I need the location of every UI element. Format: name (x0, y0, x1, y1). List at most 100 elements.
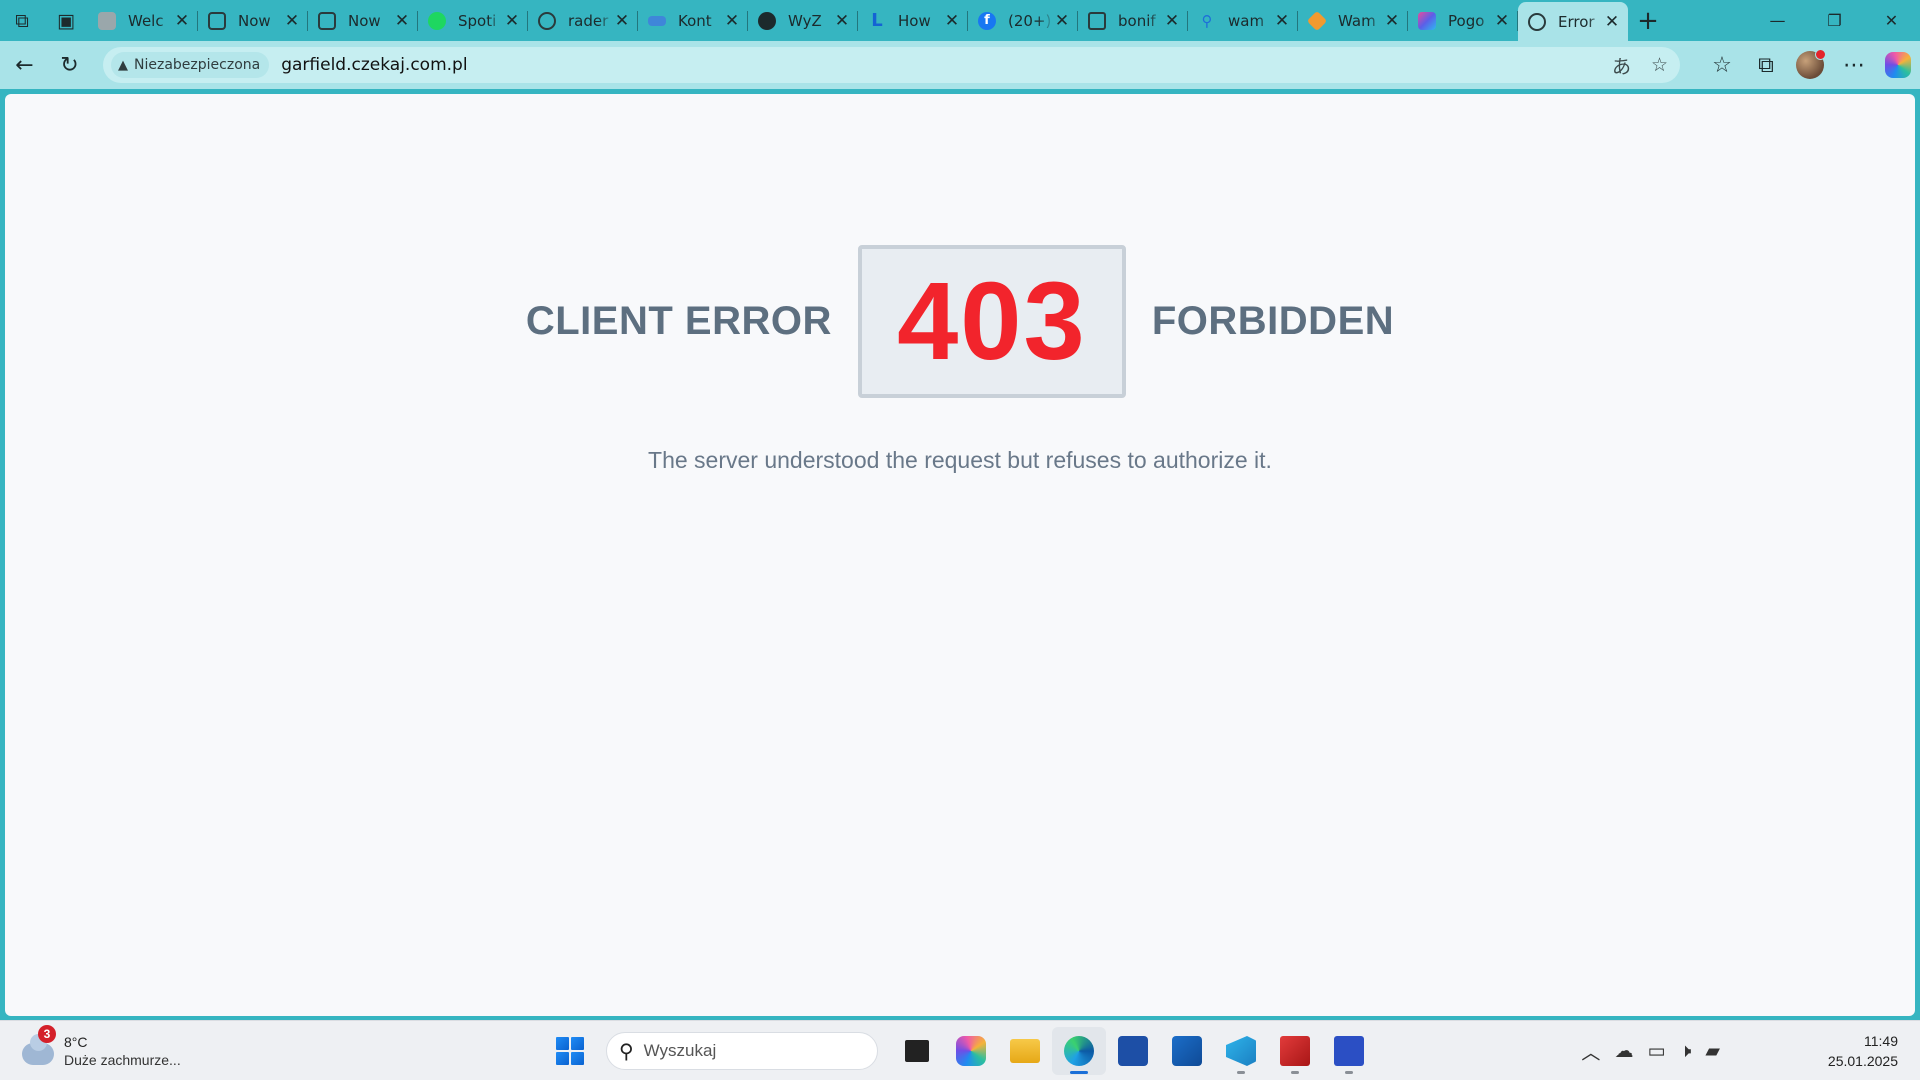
tab-favicon-icon: L (871, 10, 883, 31)
browser-toolbar: ← ↻ ▲ Niezabezpieczona garfield.czekaj.c… (0, 41, 1920, 89)
favorites-icon[interactable]: ☆ (1700, 43, 1744, 88)
system-tray: ︿ ☁ ▭ 🕨 ▰ (1581, 1031, 1720, 1071)
tab-close-icon[interactable]: ✕ (174, 11, 190, 31)
tab-13[interactable]: Pogo ✕ (1408, 0, 1518, 41)
taskbar: 3 8°C Duże zachmurze... ⚲ Wyszukaj ︿ ☁ ▭… (0, 1020, 1920, 1080)
window-controls: — ❐ ✕ (1749, 0, 1920, 41)
tab-title: How (898, 11, 931, 30)
tab-8[interactable]: L How ✕ (858, 0, 968, 41)
tab-close-icon[interactable]: ✕ (1384, 11, 1400, 31)
tab-2[interactable]: Now ✕ (198, 0, 308, 41)
copilot-app-icon[interactable] (944, 1027, 998, 1075)
tab-favicon-icon (648, 15, 666, 26)
tab-title: Now (348, 11, 381, 30)
search-placeholder: Wyszukaj (643, 1041, 717, 1060)
read-aloud-icon[interactable]: あ (1612, 52, 1631, 79)
tab-4[interactable]: Spoti ✕ (418, 0, 528, 41)
tab-close-icon[interactable]: ✕ (944, 11, 960, 31)
start-button[interactable] (548, 1029, 592, 1073)
store-icon[interactable] (1106, 1027, 1160, 1075)
restore-icon[interactable]: ❐ (1806, 0, 1863, 41)
tab-close-icon[interactable]: ✕ (1494, 11, 1510, 31)
tab-favicon-icon (1306, 10, 1328, 31)
vscode-icon[interactable] (1214, 1027, 1268, 1075)
edge-icon[interactable] (1052, 1027, 1106, 1075)
battery-icon[interactable]: ▰ (1705, 1040, 1720, 1062)
collections-icon[interactable]: ⧉ (1744, 43, 1788, 88)
tab-6[interactable]: Kont ✕ (638, 0, 748, 41)
network-icon[interactable]: ▭ (1647, 1040, 1665, 1062)
tab-12[interactable]: Wam ✕ (1298, 0, 1408, 41)
address-bar[interactable]: ▲ Niezabezpieczona garfield.czekaj.com.p… (103, 47, 1680, 83)
tab-title: Pogo (1448, 11, 1485, 30)
file-explorer-icon[interactable] (998, 1027, 1052, 1075)
new-tab-button[interactable]: + (1628, 0, 1668, 41)
tab-close-icon[interactable]: ✕ (394, 11, 410, 31)
tab-10[interactable]: bonif ✕ (1078, 0, 1188, 41)
url-text[interactable]: garfield.czekaj.com.pl (281, 55, 467, 75)
tab-close-icon[interactable]: ✕ (1054, 11, 1070, 31)
tab-9[interactable]: f (20+) ✕ (968, 0, 1078, 41)
more-menu-icon[interactable]: ⋯ (1832, 43, 1876, 88)
tab-actions-icon[interactable]: ▣ (44, 0, 88, 41)
tab-active-error[interactable]: Error ✕ (1518, 2, 1628, 41)
search-icon: ⚲ (619, 1040, 634, 1063)
tab-title: wam (1228, 11, 1265, 30)
tab-1[interactable]: Welc ✕ (88, 0, 198, 41)
onedrive-icon[interactable]: ☁ (1614, 1040, 1633, 1062)
desktop-frame: ⧉ ▣ Welc ✕ Now ✕ Now ✕ Spoti ✕ rader ✕ K… (0, 0, 1920, 1080)
tab-3[interactable]: Now ✕ (308, 0, 418, 41)
x64dbg-icon[interactable] (1268, 1027, 1322, 1075)
tab-favicon-icon (98, 11, 116, 30)
task-view-icon[interactable] (890, 1027, 944, 1075)
notification-badge: 3 (38, 1025, 56, 1043)
minimize-icon[interactable]: — (1749, 0, 1806, 41)
close-window-icon[interactable]: ✕ (1863, 0, 1920, 41)
volume-icon[interactable]: 🕨 (1679, 1040, 1691, 1062)
tab-7[interactable]: WyZ ✕ (748, 0, 858, 41)
clock-date: 25.01.2025 (1827, 1053, 1898, 1069)
tab-11[interactable]: ⚲ wam ✕ (1188, 0, 1298, 41)
workspaces-icon[interactable]: ⧉ (0, 0, 44, 41)
site-security-indicator[interactable]: ▲ Niezabezpieczona (111, 52, 270, 78)
tab-favicon-icon (318, 11, 336, 30)
taskbar-search[interactable]: ⚲ Wyszukaj (606, 1032, 878, 1070)
tab-5[interactable]: rader ✕ (528, 0, 638, 41)
globe-icon (1528, 12, 1546, 31)
document-icon (1088, 11, 1106, 30)
tab-close-icon[interactable]: ✕ (1274, 11, 1290, 31)
weather-widget[interactable]: 3 8°C Duże zachmurze... (22, 1025, 222, 1075)
copilot-icon[interactable] (1876, 43, 1920, 88)
facebook-icon: f (978, 11, 996, 30)
error-message: The server understood the request but re… (648, 447, 1272, 473)
toolbar-right: ☆ ⧉ ⋯ (1700, 41, 1920, 89)
favorite-star-icon[interactable]: ☆ (1651, 54, 1668, 76)
weather-temp: 8°C (64, 1034, 88, 1050)
client-error-label: CLIENT ERROR (525, 299, 832, 343)
refresh-icon[interactable]: ↻ (47, 43, 92, 88)
error-code: 403 (897, 259, 1087, 383)
tab-close-icon[interactable]: ✕ (504, 11, 520, 31)
tab-title: rader (568, 11, 609, 30)
tab-close-icon[interactable]: ✕ (1164, 11, 1180, 31)
profile-avatar[interactable] (1788, 43, 1832, 88)
tab-close-icon[interactable]: ✕ (284, 11, 300, 31)
taskbar-apps: ⚲ Wyszukaj (548, 1027, 1376, 1075)
tab-title: Now (238, 11, 271, 30)
back-arrow-icon[interactable]: ← (2, 43, 47, 88)
tab-title: bonif (1118, 11, 1156, 30)
tab-favicon-icon (208, 11, 226, 30)
tab-close-icon[interactable]: ✕ (614, 11, 630, 31)
save-app-icon[interactable] (1322, 1027, 1376, 1075)
show-hidden-icons-chevron-icon[interactable]: ︿ (1581, 1038, 1600, 1065)
tab-title: Kont (678, 11, 712, 30)
tab-close-icon[interactable]: ✕ (834, 11, 850, 31)
tab-close-icon[interactable]: ✕ (724, 11, 740, 31)
system-clock[interactable]: 11:49 25.01.2025 (1828, 1031, 1898, 1071)
tab-title: Error (1558, 12, 1595, 31)
tab-strip: ⧉ ▣ Welc ✕ Now ✕ Now ✕ Spoti ✕ rader ✕ K… (0, 0, 1920, 41)
outlook-icon[interactable] (1160, 1027, 1214, 1075)
clock-time: 11:49 (1864, 1033, 1898, 1049)
error-code-box: 403 (857, 245, 1126, 398)
tab-close-icon[interactable]: ✕ (1604, 12, 1620, 32)
